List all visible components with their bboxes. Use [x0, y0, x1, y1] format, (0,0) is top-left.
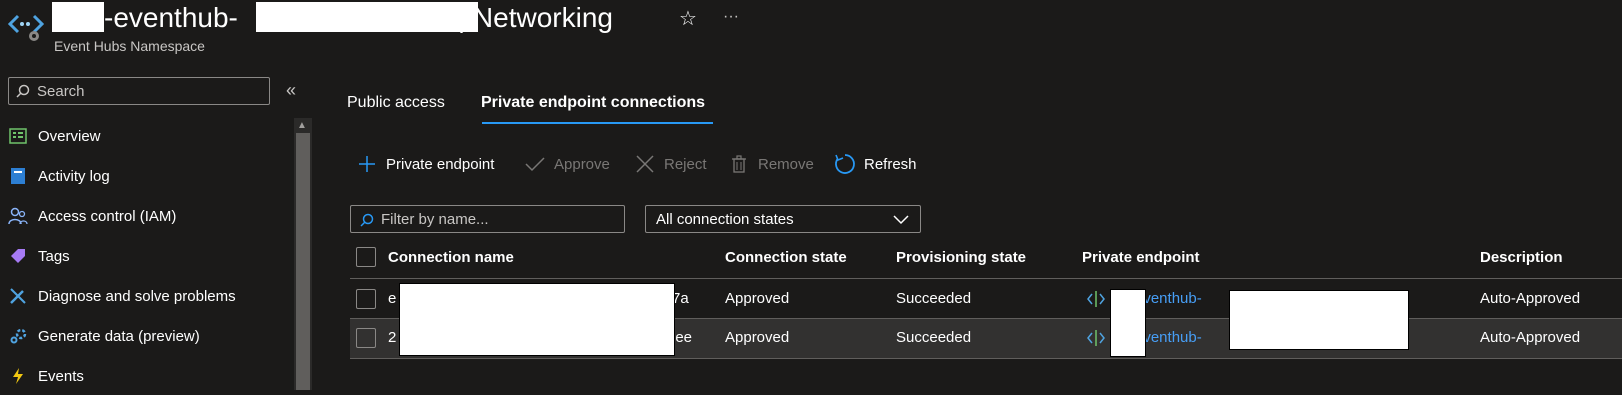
scroll-up-arrow-icon[interactable]: ▲ [297, 120, 307, 131]
sidebar-item-access-control[interactable]: Access control (IAM) [0, 197, 280, 235]
lightning-icon [8, 366, 28, 386]
remove-button[interactable]: Remove [728, 150, 814, 178]
more-options-button[interactable]: ··· [723, 8, 739, 26]
column-header-provisioning-state[interactable]: Provisioning state [896, 249, 1026, 266]
search-icon [16, 84, 30, 98]
connection-state: Approved [725, 290, 790, 307]
favorite-star-icon[interactable]: ☆ [679, 6, 697, 31]
sidebar-item-label: Diagnose and solve problems [38, 287, 236, 305]
selected-tab-indicator [482, 122, 713, 124]
refresh-button[interactable]: Refresh [834, 150, 917, 178]
tag-icon [8, 246, 28, 266]
trash-icon [728, 153, 750, 175]
approve-button[interactable]: Approve [524, 150, 610, 178]
button-label: Private endpoint [386, 155, 495, 173]
resource-type-label: Event Hubs Namespace [54, 38, 205, 54]
private-endpoint-icon [1087, 330, 1105, 346]
redacted-block [52, 2, 104, 32]
gear-icon [8, 326, 28, 346]
tab-private-endpoint-connections[interactable]: Private endpoint connections [481, 94, 705, 112]
sidebar-item-activity-log[interactable]: Activity log [0, 157, 280, 195]
search-placeholder: Search [37, 83, 85, 100]
chevron-down-icon [893, 215, 909, 225]
button-label: Reject [664, 155, 707, 173]
column-header-connection-state[interactable]: Connection state [725, 249, 847, 266]
add-private-endpoint-button[interactable]: Private endpoint [356, 150, 494, 178]
sidebar-item-label: Events [38, 367, 84, 385]
overview-icon [8, 126, 28, 146]
checkmark-icon [524, 153, 546, 175]
column-header-connection-name[interactable]: Connection name [388, 249, 514, 266]
description: Auto-Approved [1480, 290, 1581, 307]
filter-by-name-input[interactable]: Filter by name... [350, 205, 625, 233]
connection-state-dropdown[interactable]: All connection states [645, 205, 921, 233]
sidebar-scrollbar-thumb[interactable] [296, 133, 310, 390]
connection-name-start: 2 [388, 329, 397, 346]
activity-log-icon [8, 166, 28, 186]
tab-public-access[interactable]: Public access [347, 94, 445, 112]
redacted-block [399, 283, 675, 356]
sidebar-item-label: Generate data (preview) [38, 327, 200, 345]
column-header-description[interactable]: Description [1480, 249, 1563, 266]
sidebar-item-events[interactable]: Events [0, 357, 280, 395]
row-checkbox[interactable] [356, 289, 376, 309]
sidebar-item-label: Activity log [38, 167, 110, 185]
filter-placeholder: Filter by name... [381, 211, 489, 228]
column-header-private-endpoint[interactable]: Private endpoint [1082, 249, 1200, 266]
sidebar-item-diagnose[interactable]: Diagnose and solve problems [0, 277, 280, 315]
provisioning-state: Succeeded [896, 329, 972, 346]
row-checkbox[interactable] [356, 328, 376, 348]
plus-icon [356, 153, 378, 175]
connection-name-end: lee [672, 329, 693, 346]
redacted-block [256, 2, 478, 32]
select-all-checkbox[interactable] [356, 247, 376, 267]
sidebar-search-input[interactable]: Search [8, 77, 270, 105]
provisioning-state: Succeeded [896, 290, 972, 307]
sidebar-item-label: Tags [38, 247, 70, 265]
redacted-block [1229, 290, 1409, 350]
sidebar-item-generate-data[interactable]: Generate data (preview) [0, 317, 280, 355]
table-header-divider [350, 278, 1622, 279]
dropdown-selected-value: All connection states [656, 211, 794, 228]
collapse-sidebar-button[interactable]: « [286, 80, 296, 101]
sidebar-item-tags[interactable]: Tags [0, 237, 280, 275]
people-icon [8, 206, 28, 226]
search-icon [360, 213, 374, 227]
event-hubs-icon [7, 10, 45, 42]
connection-state: Approved [725, 329, 790, 346]
description: Auto-Approved [1480, 329, 1581, 346]
button-label: Refresh [864, 155, 917, 173]
redacted-block [1110, 289, 1146, 357]
button-label: Remove [758, 155, 814, 173]
row-divider [350, 358, 1622, 359]
wrench-icon [8, 286, 28, 306]
private-endpoint-icon [1087, 291, 1105, 307]
refresh-icon [834, 153, 856, 175]
connection-name-start: e [388, 290, 397, 307]
reject-button[interactable]: Reject [634, 150, 707, 178]
button-label: Approve [554, 155, 610, 173]
sidebar-item-overview[interactable]: Overview [0, 117, 280, 155]
sidebar-item-label: Overview [38, 127, 101, 145]
sidebar-item-label: Access control (IAM) [38, 207, 177, 225]
close-icon [634, 153, 656, 175]
